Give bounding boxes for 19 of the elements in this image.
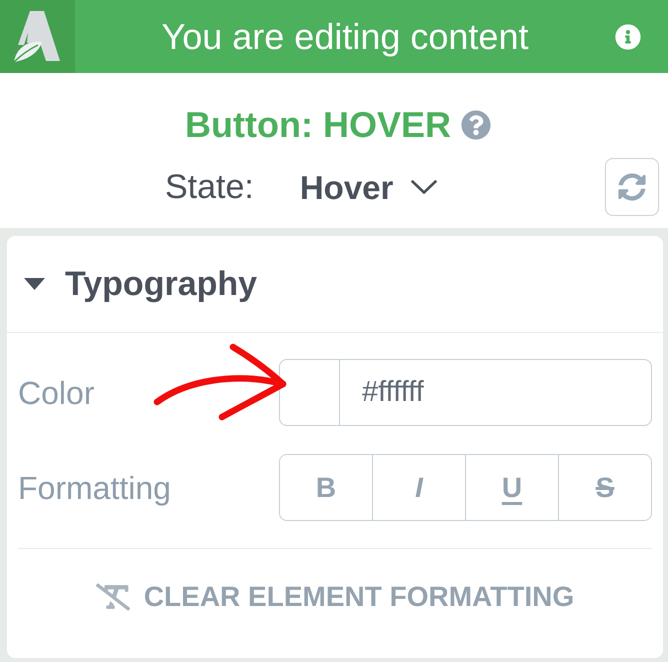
logo-icon	[0, 0, 75, 73]
color-swatch-button[interactable]	[279, 359, 340, 426]
clear-formatting-button[interactable]: CLEAR ELEMENT FORMATTING	[96, 583, 574, 611]
refresh-icon	[618, 173, 646, 201]
section-header[interactable]: Typography	[7, 236, 663, 333]
state-dropdown[interactable]: Hover	[300, 170, 438, 204]
info-button[interactable]	[615, 24, 641, 50]
info-icon	[615, 24, 641, 50]
element-title: Button: HOVER	[185, 107, 451, 143]
header-title: You are editing content	[160, 18, 530, 54]
color-input[interactable]: #ffffff	[340, 359, 652, 426]
format-toggle-button[interactable]: S	[558, 455, 651, 520]
state-label: State:	[165, 170, 254, 204]
help-icon[interactable]	[460, 110, 491, 140]
chevron-down-icon	[411, 180, 438, 194]
refresh-button[interactable]	[605, 158, 659, 216]
field-label: Color	[18, 376, 94, 408]
field-label: Formatting	[18, 472, 171, 504]
clear-format-icon	[96, 583, 130, 611]
